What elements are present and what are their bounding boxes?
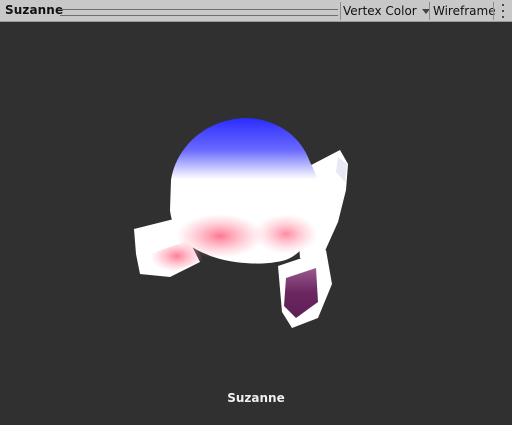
toolbar-divider [493, 2, 494, 20]
preview-toolbar: Suzanne Vertex Color Wireframe [0, 0, 512, 22]
toolbar-divider [340, 2, 341, 20]
preview-window: Suzanne Vertex Color Wireframe Suzanne [0, 0, 512, 425]
drag-handle[interactable] [60, 9, 338, 16]
wireframe-label: Wireframe [433, 4, 496, 18]
more-options-icon[interactable] [497, 4, 509, 18]
object-label: Suzanne [227, 391, 285, 405]
shading-mode-value: Vertex Color [343, 4, 417, 18]
cheek-left-shading [176, 214, 264, 258]
cheek-right-shading [254, 214, 318, 254]
preview-title: Suzanne [5, 3, 64, 17]
suzanne-mesh [134, 118, 348, 328]
mesh-viewport[interactable]: Suzanne [0, 22, 512, 425]
toolbar-divider [429, 2, 430, 20]
shading-mode-dropdown[interactable]: Vertex Color [343, 1, 430, 21]
wireframe-toggle[interactable]: Wireframe [433, 1, 496, 21]
